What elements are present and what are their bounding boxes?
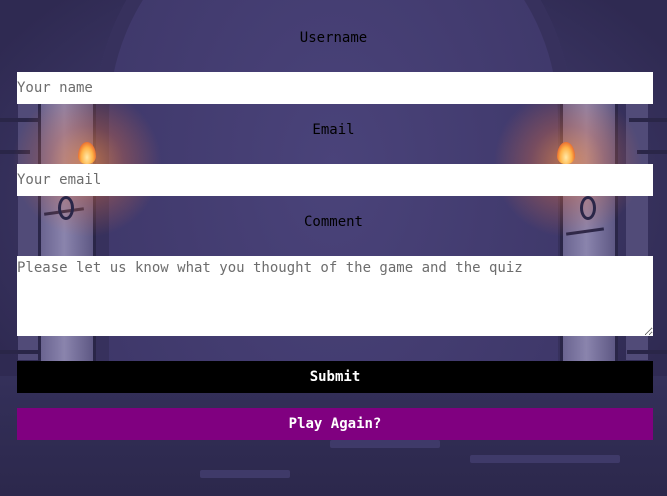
play-again-button[interactable]: Play Again? [17, 408, 653, 440]
username-label: Username [299, 30, 368, 46]
feedback-form: Username Email Comment Submit Play Again… [0, 0, 667, 496]
comment-textarea[interactable] [17, 256, 653, 336]
submit-button[interactable]: Submit [17, 361, 653, 393]
email-input[interactable] [17, 164, 653, 196]
comment-label: Comment [303, 214, 363, 230]
email-label: Email [312, 122, 355, 138]
username-input[interactable] [17, 72, 653, 104]
